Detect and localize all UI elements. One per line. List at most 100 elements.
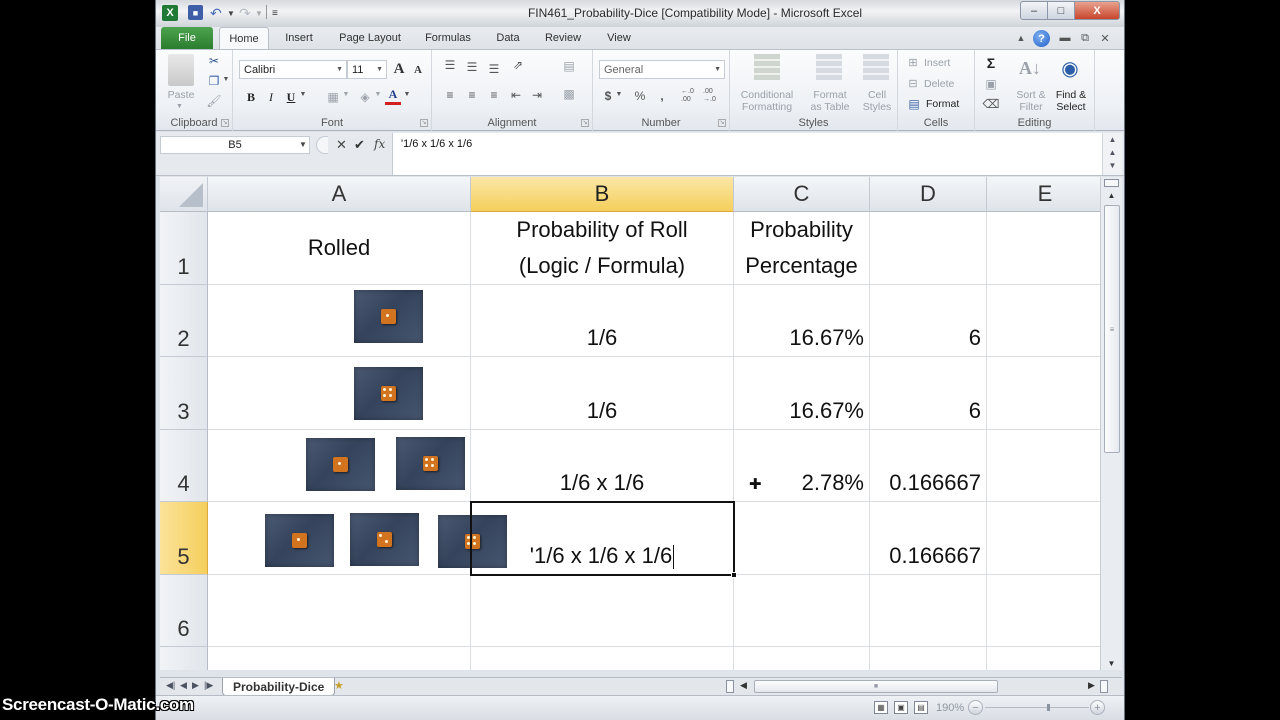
scroll-up-icon[interactable]: ▲	[1104, 191, 1119, 200]
tab-insert[interactable]: Insert	[276, 27, 322, 49]
cell-d2[interactable]: 6	[870, 285, 987, 357]
minimize-ribbon-icon[interactable]: ▲	[1014, 30, 1028, 46]
binoculars-icon[interactable]: ◉	[1057, 54, 1083, 82]
tab-review[interactable]: Review	[541, 27, 585, 49]
scroll-right-icon[interactable]: ▶	[1088, 680, 1095, 691]
dice-image[interactable]	[354, 290, 423, 343]
font-color-dropdown-icon[interactable]: ▼	[403, 91, 411, 98]
cell-a2[interactable]	[208, 285, 471, 357]
column-header-b[interactable]: B	[471, 177, 734, 212]
bold-button[interactable]: B	[243, 89, 259, 105]
alignment-launcher-icon[interactable]: ↘	[581, 119, 589, 127]
tab-split-box[interactable]	[726, 680, 734, 693]
cell-b3[interactable]: 1/6	[471, 357, 734, 430]
insert-function-icon[interactable]: fx	[374, 137, 385, 151]
cell-e4[interactable]	[987, 430, 1100, 502]
tab-file[interactable]: File	[161, 27, 213, 49]
delete-cells-button[interactable]: Delete	[924, 78, 954, 90]
paste-button[interactable]: Paste	[164, 89, 198, 101]
column-header-a[interactable]: A	[208, 177, 471, 212]
number-launcher-icon[interactable]: ↘	[718, 119, 726, 127]
align-middle-icon[interactable]: ☰	[464, 60, 480, 74]
format-painter-icon[interactable]: 🖌	[206, 94, 222, 108]
dice-image[interactable]	[265, 514, 334, 567]
tab-data[interactable]: Data	[491, 27, 525, 49]
tab-home[interactable]: Home	[219, 27, 269, 49]
last-sheet-icon[interactable]: |▶	[204, 680, 213, 691]
cell-styles-button[interactable]: Cell Styles	[858, 89, 896, 113]
zoom-level[interactable]: 190%	[936, 702, 964, 714]
column-header-d[interactable]: D	[870, 177, 987, 212]
name-box[interactable]: B5	[160, 136, 310, 154]
split-box[interactable]	[1104, 179, 1119, 187]
maximize-button[interactable]: □	[1047, 1, 1075, 20]
dice-image[interactable]	[396, 437, 465, 490]
fill-icon[interactable]: ▣	[983, 77, 999, 91]
clipboard-launcher-icon[interactable]: ↘	[221, 119, 229, 127]
format-as-table-button[interactable]: Format as Table	[804, 89, 856, 113]
dice-image[interactable]	[306, 438, 375, 491]
cell-b5[interactable]: '1/6 x 1/6 x 1/6	[471, 502, 734, 575]
comma-button[interactable]: ,	[655, 89, 669, 103]
page-break-view-icon[interactable]: ▤	[914, 701, 928, 714]
decrease-decimal-button[interactable]: .00 →.0	[703, 87, 723, 105]
increase-decimal-button[interactable]: ←.0 .00	[681, 87, 701, 105]
dice-image[interactable]	[438, 515, 507, 568]
format-as-table-icon[interactable]	[816, 54, 842, 80]
font-size-select[interactable]: 11 ▼	[347, 60, 387, 79]
paste-dropdown-icon[interactable]: ▼	[176, 101, 183, 113]
font-color-icon[interactable]: A	[385, 87, 401, 105]
cell-c7[interactable]	[734, 647, 870, 670]
vertical-scrollbar[interactable]: ▲ ≡ ▼	[1100, 177, 1122, 670]
cell-b1[interactable]: Probability of Roll (Logic / Formula)	[471, 212, 734, 285]
normal-view-icon[interactable]: ▦	[874, 701, 888, 714]
cell-e3[interactable]	[987, 357, 1100, 430]
cell-d3[interactable]: 6	[870, 357, 987, 430]
formula-bar-resize-handle[interactable]	[316, 136, 328, 154]
row-header-6[interactable]: 6	[160, 575, 208, 647]
column-header-c[interactable]: C	[734, 177, 870, 212]
tab-page-layout[interactable]: Page Layout	[334, 27, 406, 49]
zoom-slider[interactable]	[985, 704, 1089, 711]
percent-button[interactable]: %	[633, 89, 647, 103]
cell-a7[interactable]	[208, 647, 471, 670]
row-header-2[interactable]: 2	[160, 285, 208, 357]
cell-c2[interactable]: 16.67%	[734, 285, 870, 357]
cell-c6[interactable]	[734, 575, 870, 647]
name-box-dropdown-icon[interactable]: ▼	[299, 140, 307, 149]
cell-e2[interactable]	[987, 285, 1100, 357]
increase-indent-icon[interactable]: ⇥	[529, 88, 545, 102]
scroll-down-icon[interactable]: ▼	[1104, 659, 1119, 668]
row-header-5[interactable]: 5	[160, 502, 208, 575]
number-format-select[interactable]: General ▼	[599, 60, 725, 79]
cell-d4[interactable]: 0.166667	[870, 430, 987, 502]
paste-icon[interactable]	[168, 54, 194, 86]
insert-cells-icon[interactable]: ⊞	[906, 56, 920, 69]
worksheet-grid[interactable]: A B C D E 1 Rolled Probability of Roll (L…	[160, 177, 1100, 670]
cell-d7[interactable]	[870, 647, 987, 670]
next-sheet-icon[interactable]: ▶	[192, 680, 199, 691]
underline-dropdown-icon[interactable]: ▼	[299, 91, 307, 98]
cell-b2[interactable]: 1/6	[471, 285, 734, 357]
merge-center-icon[interactable]: ▩	[560, 86, 578, 102]
formula-input[interactable]: '1/6 x 1/6 x 1/6	[392, 133, 1102, 175]
cancel-entry-icon[interactable]: ✕	[336, 137, 347, 153]
row-header-3[interactable]: 3	[160, 357, 208, 430]
sort-filter-icon[interactable]: A↓	[1017, 54, 1043, 82]
cell-d1[interactable]	[870, 212, 987, 285]
fill-color-dropdown-icon[interactable]: ▼	[374, 91, 382, 98]
copy-icon[interactable]: ❐	[206, 74, 222, 88]
cell-a3[interactable]	[208, 357, 471, 430]
cell-d5[interactable]: 0.166667	[870, 502, 987, 575]
align-left-icon[interactable]: ≡	[442, 88, 458, 102]
prev-sheet-icon[interactable]: ◀	[180, 680, 187, 691]
select-all-button[interactable]	[160, 177, 208, 212]
shrink-font-icon[interactable]: A	[411, 63, 425, 77]
workbook-close-icon[interactable]: ✕	[1098, 30, 1112, 46]
enter-entry-icon[interactable]: ✔	[354, 137, 365, 153]
expand-up-icon[interactable]: ▲	[1103, 133, 1122, 146]
delete-cells-icon[interactable]: ⊟	[906, 77, 920, 90]
cell-c5[interactable]	[734, 502, 870, 575]
cell-e1[interactable]	[987, 212, 1100, 285]
dice-image[interactable]	[350, 513, 419, 566]
